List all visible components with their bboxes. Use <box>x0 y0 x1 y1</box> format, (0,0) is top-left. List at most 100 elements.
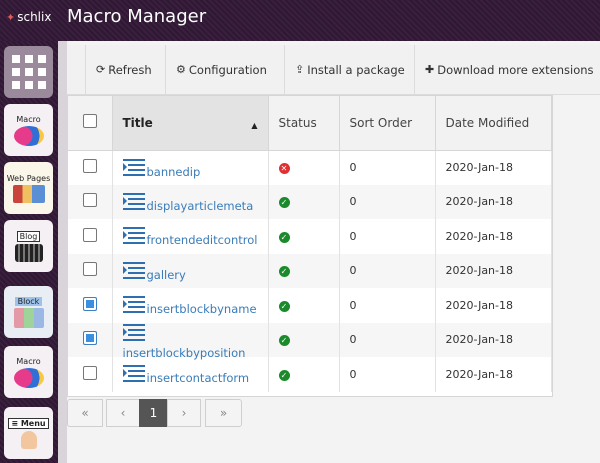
apps-grid-icon <box>11 55 46 89</box>
sort-order-cell: 0 <box>339 219 436 254</box>
status-ok-icon[interactable]: ✓ <box>278 369 290 381</box>
last-page-button[interactable]: » <box>205 399 242 427</box>
macro-link[interactable]: displayarticlemeta <box>147 199 254 213</box>
refresh-icon: ⟳ <box>96 63 106 76</box>
table-row: insertcontactform ✓ 0 2020-Jan-18 <box>68 357 552 392</box>
date-cell: 2020-Jan-18 <box>435 288 552 323</box>
date-cell: 2020-Jan-18 <box>435 150 552 185</box>
brand-logo[interactable]: ✦ schlix <box>6 10 51 24</box>
toolbar: ⟳ Refresh ⚙ Configuration ⇪ Install a packa… <box>67 45 600 95</box>
table: Title ▲ Status Sort Order Date Modified b… <box>68 96 552 392</box>
prev-page-button[interactable]: ‹ <box>106 399 140 427</box>
sort-ascending-icon: ▲ <box>251 121 258 130</box>
macro-table: Title ▲ Status Sort Order Date Modified b… <box>67 95 553 397</box>
row-checkbox[interactable] <box>82 159 97 173</box>
list-icon <box>122 323 145 341</box>
column-header-title[interactable]: Title ▲ <box>112 96 269 151</box>
macro-link[interactable]: insertblockbyname <box>147 302 257 316</box>
macro-link[interactable]: insertcontactform <box>147 371 250 385</box>
sidebar-item-macro-2[interactable]: Macro <box>4 346 53 398</box>
sidebar-item-block[interactable]: Block <box>4 286 53 338</box>
hand-icon <box>20 430 37 449</box>
select-all-checkbox[interactable] <box>82 114 97 129</box>
table-row: gallery ✓ 0 2020-Jan-18 <box>68 253 552 288</box>
main-content: ⟳ Refresh ⚙ Configuration ⇪ Install a packa… <box>67 41 600 463</box>
date-cell: 2020-Jan-18 <box>435 219 552 254</box>
sidebar-item-label: Macro <box>16 114 41 124</box>
row-checkbox[interactable] <box>82 227 97 242</box>
status-ok-icon[interactable]: ✓ <box>278 335 290 347</box>
next-page-button[interactable]: › <box>167 399 201 427</box>
table-row: insertblockbyname ✓ 0 2020-Jan-18 <box>68 288 552 323</box>
sidebar-item-label: Macro <box>16 356 41 366</box>
macro-link[interactable]: gallery <box>147 268 186 282</box>
status-ok-icon[interactable]: ✓ <box>278 300 290 312</box>
pagination: « ‹ 1 › » <box>67 399 242 427</box>
list-icon <box>122 158 145 176</box>
macro-link[interactable]: bannedip <box>147 165 201 179</box>
macro-icon <box>13 125 44 146</box>
brand-name: schlix <box>17 10 52 24</box>
sort-order-cell: 0 <box>339 253 436 288</box>
page-title: Macro Manager <box>67 6 207 27</box>
status-ok-icon[interactable]: ✓ <box>278 266 290 278</box>
row-checkbox[interactable] <box>82 262 97 277</box>
select-all-cell <box>68 96 113 151</box>
first-page-button[interactable]: « <box>67 399 103 427</box>
macro-link[interactable]: frontendeditcontrol <box>147 233 258 247</box>
row-checkbox[interactable] <box>82 193 97 208</box>
sidebar-item-blog[interactable]: Blog <box>4 220 53 272</box>
puzzle-icon: ✚ <box>425 63 435 76</box>
macro-link[interactable]: insertblockbyposition <box>123 346 246 360</box>
date-cell: 2020-Jan-18 <box>435 357 552 392</box>
status-ok-icon[interactable]: ✓ <box>278 197 290 209</box>
configuration-button[interactable]: ⚙ Configuration <box>165 45 284 94</box>
list-icon <box>122 192 145 210</box>
sidebar-item-label: ≡ Menu <box>8 417 49 429</box>
sidebar-item-macro[interactable]: Macro <box>4 104 53 156</box>
sidebar-item-label: Blog <box>16 230 41 242</box>
sort-order-cell: 0 <box>339 322 436 357</box>
refresh-button[interactable]: ⟳ Refresh <box>85 45 165 94</box>
download-extensions-button[interactable]: ✚ Download more extensions <box>414 45 600 94</box>
sidebar: Macro Web Pages Blog Block Macro ≡ Menu <box>0 41 58 463</box>
sidebar-item-web-pages[interactable]: Web Pages <box>4 162 53 214</box>
column-header-date-modified[interactable]: Date Modified <box>435 96 552 151</box>
sort-order-cell: 0 <box>339 357 436 392</box>
typewriter-icon <box>14 243 43 262</box>
row-checkbox[interactable] <box>82 365 97 380</box>
table-row: bannedip ✕ 0 2020-Jan-18 <box>68 150 552 185</box>
page-1-button[interactable]: 1 <box>139 399 168 427</box>
upload-icon: ⇪ <box>295 63 305 76</box>
column-header-sort-order[interactable]: Sort Order <box>339 96 436 151</box>
sort-order-cell: 0 <box>339 184 436 219</box>
sidebar-item-menu[interactable]: ≡ Menu <box>4 407 53 459</box>
date-cell: 2020-Jan-18 <box>435 322 552 357</box>
list-icon <box>122 365 145 383</box>
top-bar: ✦ schlix Macro Manager <box>0 0 600 41</box>
block-icon <box>13 307 44 328</box>
table-row: displayarticlemeta ✓ 0 2020-Jan-18 <box>68 184 552 219</box>
table-row: frontendeditcontrol ✓ 0 2020-Jan-18 <box>68 219 552 254</box>
sidebar-divider <box>58 41 67 463</box>
list-icon <box>122 227 145 245</box>
status-error-icon[interactable]: ✕ <box>278 163 290 174</box>
gear-icon: ⚙ <box>176 63 186 76</box>
sort-order-cell: 0 <box>339 288 436 323</box>
sort-order-cell: 0 <box>339 150 436 185</box>
date-cell: 2020-Jan-18 <box>435 253 552 288</box>
row-checkbox[interactable] <box>82 331 97 346</box>
table-row: insertblockbyposition ✓ 0 2020-Jan-18 <box>68 322 552 360</box>
sidebar-item-apps-grid[interactable] <box>4 46 53 98</box>
row-checkbox[interactable] <box>82 296 97 311</box>
column-header-status[interactable]: Status <box>268 96 340 151</box>
table-header-row: Title ▲ Status Sort Order Date Modified <box>68 96 552 151</box>
web-pages-icon <box>12 184 45 203</box>
sidebar-item-label: Block <box>14 296 43 306</box>
date-cell: 2020-Jan-18 <box>435 184 552 219</box>
install-package-button[interactable]: ⇪ Install a package <box>284 45 414 94</box>
list-icon <box>122 261 145 279</box>
status-ok-icon[interactable]: ✓ <box>278 231 290 243</box>
schlix-logo-icon: ✦ <box>6 11 16 24</box>
list-icon <box>122 296 145 314</box>
